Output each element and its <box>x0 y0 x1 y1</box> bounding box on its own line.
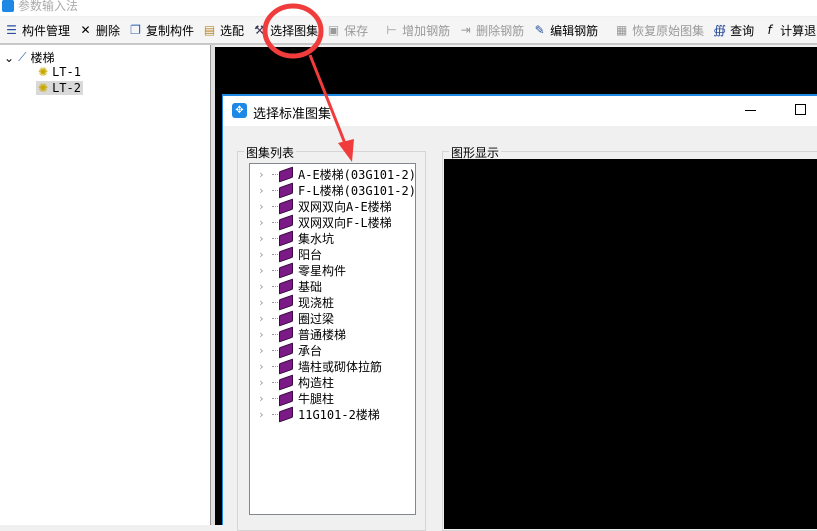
arrow-head <box>338 139 354 162</box>
annotation-overlay <box>262 3 354 162</box>
highlight-circle <box>262 3 324 59</box>
annotation-arrow <box>308 54 348 147</box>
